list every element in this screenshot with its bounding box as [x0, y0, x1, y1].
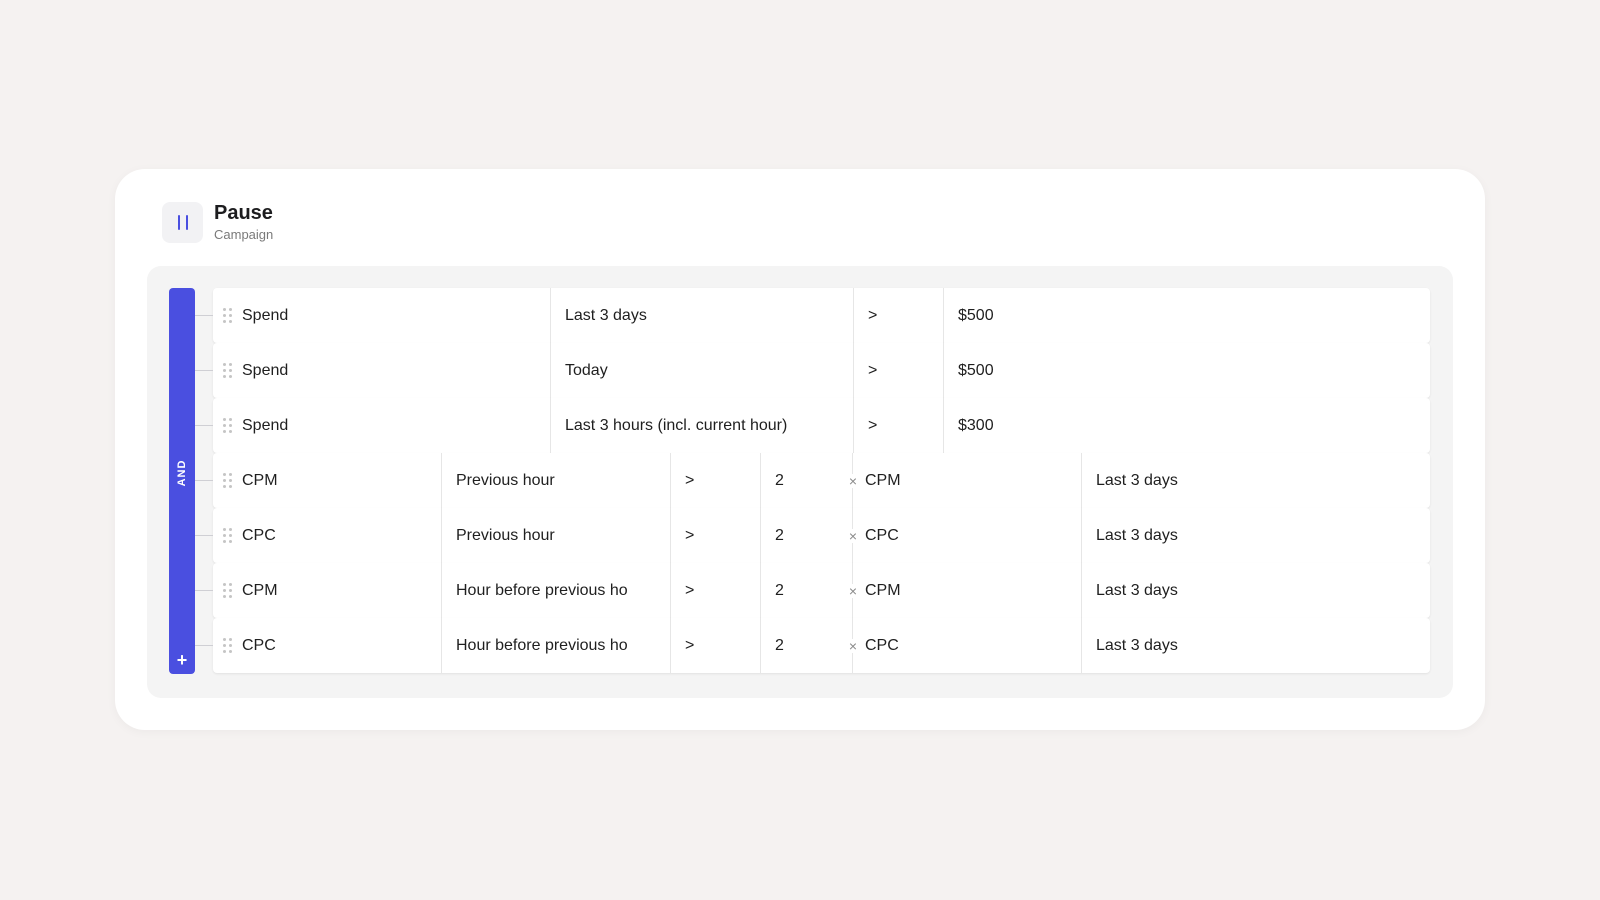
- multiplier-value: 2: [775, 581, 784, 599]
- metric-select[interactable]: CPM: [213, 563, 442, 618]
- rule-card: Pause Campaign AND + Spend Last 3 days >…: [115, 169, 1485, 730]
- drag-handle-icon[interactable]: [223, 583, 232, 598]
- drag-handle-icon[interactable]: [223, 308, 232, 323]
- pause-icon-bar-right: [185, 215, 188, 230]
- metric-value: CPC: [242, 526, 276, 544]
- operator-select[interactable]: >: [854, 288, 944, 343]
- period-select[interactable]: Previous hour: [442, 453, 671, 508]
- add-condition-button[interactable]: +: [169, 649, 195, 671]
- multiply-icon: ×: [848, 527, 857, 544]
- multiply-icon: ×: [848, 472, 857, 489]
- multiply-icon: ×: [848, 582, 857, 599]
- value-input[interactable]: $300: [944, 398, 1430, 453]
- metric-value: CPM: [242, 581, 278, 599]
- period-select[interactable]: Last 3 hours (incl. current hour): [551, 398, 854, 453]
- action-title-block: Pause Campaign: [214, 201, 273, 244]
- metric-value: Spend: [242, 361, 289, 379]
- condition-row: Spend Today > $500: [195, 343, 1430, 398]
- multiplier-input[interactable]: 2 ×: [761, 618, 857, 673]
- drag-handle-icon[interactable]: [223, 528, 232, 543]
- metric-select[interactable]: Spend: [213, 288, 551, 343]
- multiplier-value: 2: [775, 526, 784, 544]
- drag-handle-icon[interactable]: [223, 363, 232, 378]
- compare-period-select[interactable]: Last 3 days: [1082, 453, 1430, 508]
- condition-row: CPM Previous hour > 2 × CPM Last 3 days: [195, 453, 1430, 508]
- metric-select[interactable]: CPC: [213, 618, 442, 673]
- metric-select[interactable]: Spend: [213, 343, 551, 398]
- condition-row: CPM Hour before previous ho > 2 × CPM La…: [195, 563, 1430, 618]
- action-subtitle: Campaign: [214, 227, 274, 242]
- operator-select[interactable]: >: [671, 453, 761, 508]
- pause-icon: [162, 202, 203, 243]
- operator-select[interactable]: >: [671, 618, 761, 673]
- metric-value: CPM: [242, 471, 278, 489]
- and-operator-bar[interactable]: AND +: [169, 288, 195, 674]
- period-select[interactable]: Last 3 days: [551, 288, 854, 343]
- operator-select[interactable]: >: [854, 343, 944, 398]
- compare-metric-select[interactable]: CPC: [853, 508, 1082, 563]
- compare-metric-select[interactable]: CPC: [853, 618, 1082, 673]
- metric-value: CPC: [242, 636, 276, 654]
- operator-select[interactable]: >: [671, 508, 761, 563]
- period-select[interactable]: Previous hour: [442, 508, 671, 563]
- pause-icon-bar-left: [177, 215, 180, 230]
- multiply-icon: ×: [848, 637, 857, 654]
- drag-handle-icon[interactable]: [223, 473, 232, 488]
- value-input[interactable]: $500: [944, 343, 1430, 398]
- metric-value: Spend: [242, 306, 289, 324]
- compare-period-select[interactable]: Last 3 days: [1082, 618, 1430, 673]
- value-input[interactable]: $500: [944, 288, 1430, 343]
- compare-metric-select[interactable]: CPM: [853, 563, 1082, 618]
- period-select[interactable]: Hour before previous ho: [442, 563, 671, 618]
- condition-row: CPC Previous hour > 2 × CPC Last 3 days: [195, 508, 1430, 563]
- multiplier-value: 2: [775, 471, 784, 489]
- operator-select[interactable]: >: [854, 398, 944, 453]
- metric-value: Spend: [242, 416, 289, 434]
- period-select[interactable]: Today: [551, 343, 854, 398]
- condition-row: CPC Hour before previous ho > 2 × CPC La…: [195, 618, 1430, 673]
- action-title: Pause: [214, 202, 273, 224]
- condition-list: Spend Last 3 days > $500 Spend Today > $…: [195, 288, 1430, 673]
- and-operator-label: AND: [176, 459, 188, 487]
- multiplier-input[interactable]: 2 ×: [761, 563, 857, 618]
- metric-select[interactable]: CPC: [213, 508, 442, 563]
- multiplier-input[interactable]: 2 ×: [761, 508, 857, 563]
- condition-row: Spend Last 3 hours (incl. current hour) …: [195, 398, 1430, 453]
- metric-select[interactable]: CPM: [213, 453, 442, 508]
- conditions-panel: AND + Spend Last 3 days > $500 Spend Tod…: [147, 266, 1453, 698]
- drag-handle-icon[interactable]: [223, 638, 232, 653]
- drag-handle-icon[interactable]: [223, 418, 232, 433]
- compare-period-select[interactable]: Last 3 days: [1082, 508, 1430, 563]
- operator-select[interactable]: >: [671, 563, 761, 618]
- multiplier-value: 2: [775, 636, 784, 654]
- multiplier-input[interactable]: 2 ×: [761, 453, 857, 508]
- compare-metric-select[interactable]: CPM: [853, 453, 1082, 508]
- period-select[interactable]: Hour before previous ho: [442, 618, 671, 673]
- compare-period-select[interactable]: Last 3 days: [1082, 563, 1430, 618]
- condition-row: Spend Last 3 days > $500: [195, 288, 1430, 343]
- rule-header: Pause Campaign: [162, 201, 273, 244]
- metric-select[interactable]: Spend: [213, 398, 551, 453]
